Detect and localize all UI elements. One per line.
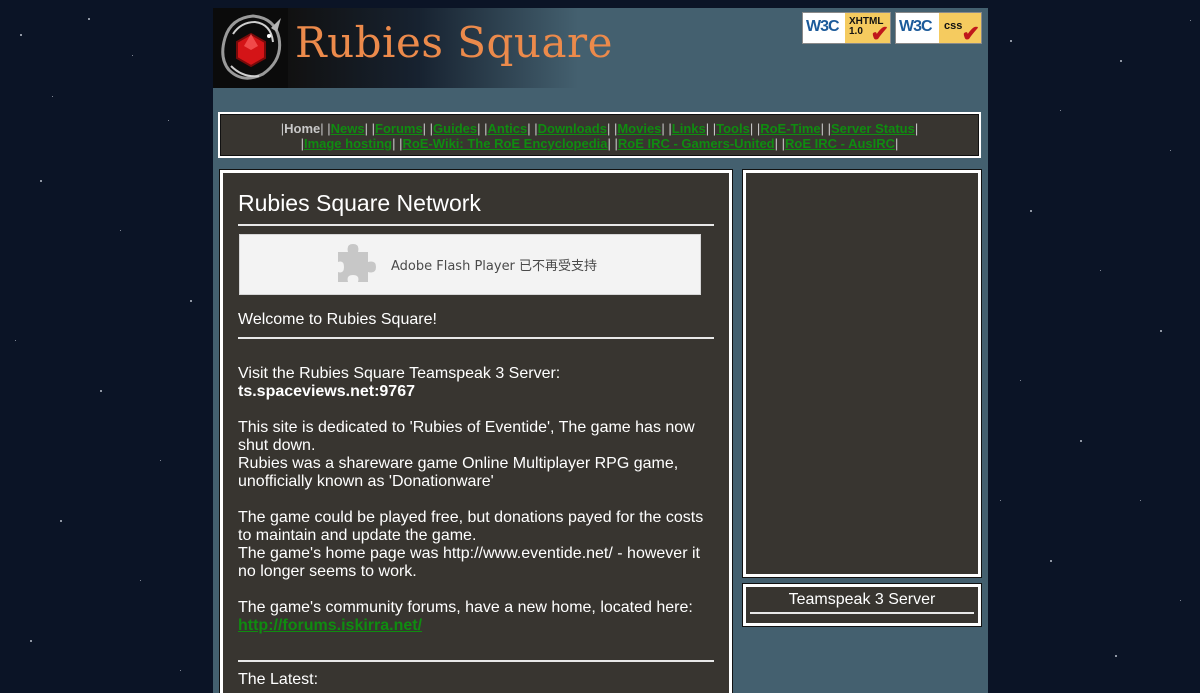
flash-player-placeholder[interactable]: Adobe Flash Player 已不再受支持	[239, 234, 701, 295]
latest-heading: The Latest:	[238, 671, 319, 688]
w3c-css-badge[interactable]: W3C css ✔	[895, 12, 982, 44]
nav-row-2: |Image hosting| |RoE-Wiki: The RoE Encyc…	[300, 136, 899, 151]
dragon-ruby-icon	[221, 14, 282, 80]
main-content-panel: Rubies Square Network Adobe Flash Player…	[220, 170, 732, 693]
site-title: Rubies Square	[295, 18, 613, 67]
nav-item-guides[interactable]: Guides	[433, 121, 477, 136]
css-label: css	[944, 20, 963, 32]
page-title: Rubies Square Network	[238, 190, 481, 216]
nav-item-news[interactable]: News	[331, 121, 365, 136]
donations-paragraph: The game could be played free, but donat…	[238, 509, 704, 544]
dedication-paragraph: This site is dedicated to 'Rubies of Eve…	[238, 419, 695, 454]
w3c-xhtml-badge[interactable]: W3C XHTML 1.0 ✔	[802, 12, 891, 44]
title-divider	[238, 224, 714, 226]
welcome-divider	[238, 337, 714, 339]
teamspeak-panel-title: Teamspeak 3 Server	[788, 591, 936, 608]
w3c-mark: W3C	[899, 18, 933, 35]
nav-item-antics[interactable]: Antics	[488, 121, 528, 136]
teamspeak-divider	[750, 612, 974, 614]
w3c-mark: W3C	[806, 18, 840, 35]
sidebar-panel	[743, 170, 981, 577]
nav-item-home[interactable]: Home	[284, 121, 320, 136]
forums-link-line: http://forums.iskirra.net/	[238, 617, 718, 635]
homepage-paragraph: The game's home page was http://www.even…	[238, 545, 700, 580]
site-header: Rubies Square W3C XHTML 1.0 ✔ W3C css ✔	[213, 8, 988, 88]
teamspeak-intro: Visit the Rubies Square Teamspeak 3 Serv…	[238, 365, 561, 382]
nav-item-irc-ausirc[interactable]: RoE IRC - AusIRC	[785, 136, 895, 151]
nav-item-movies[interactable]: Movies	[617, 121, 661, 136]
nav-item-forums[interactable]: Forums	[375, 121, 423, 136]
flash-unsupported-message: Adobe Flash Player 已不再受支持	[391, 259, 598, 274]
shareware-paragraph: Rubies was a shareware game Online Multi…	[238, 455, 679, 490]
welcome-text: Welcome to Rubies Square!	[238, 311, 437, 328]
checkmark-icon: ✔	[961, 21, 980, 44]
nav-item-links[interactable]: Links	[672, 121, 706, 136]
nav-item-server-status[interactable]: Server Status	[831, 121, 915, 136]
teamspeak-panel: Teamspeak 3 Server	[743, 584, 981, 626]
nav-item-roe-wiki[interactable]: RoE-Wiki: The RoE Encyclopedia	[402, 136, 607, 151]
puzzle-plugin-icon	[338, 244, 376, 282]
nav-row-1: |Home| |News| |Forums| |Guides| |Antics|…	[280, 121, 919, 136]
forums-link[interactable]: http://forums.iskirra.net/	[238, 617, 422, 634]
nav-item-tools[interactable]: Tools	[716, 121, 750, 136]
ruby-dragon-logo	[213, 8, 288, 88]
main-navigation: |Home| |News| |Forums| |Guides| |Antics|…	[218, 112, 981, 158]
nav-item-image-hosting[interactable]: Image hosting	[304, 136, 392, 151]
latest-divider	[238, 660, 714, 662]
forums-paragraph: The game's community forums, have a new …	[238, 599, 693, 616]
xhtml-version: 1.0	[849, 26, 863, 37]
nav-item-roe-time[interactable]: RoE-Time	[760, 121, 820, 136]
teamspeak-address: ts.spaceviews.net:9767	[238, 383, 415, 400]
nav-item-downloads[interactable]: Downloads	[538, 121, 607, 136]
page-container: Rubies Square W3C XHTML 1.0 ✔ W3C css ✔ …	[213, 8, 988, 693]
checkmark-icon: ✔	[870, 21, 889, 44]
nav-item-irc-gamers-united[interactable]: RoE IRC - Gamers-United	[618, 136, 775, 151]
